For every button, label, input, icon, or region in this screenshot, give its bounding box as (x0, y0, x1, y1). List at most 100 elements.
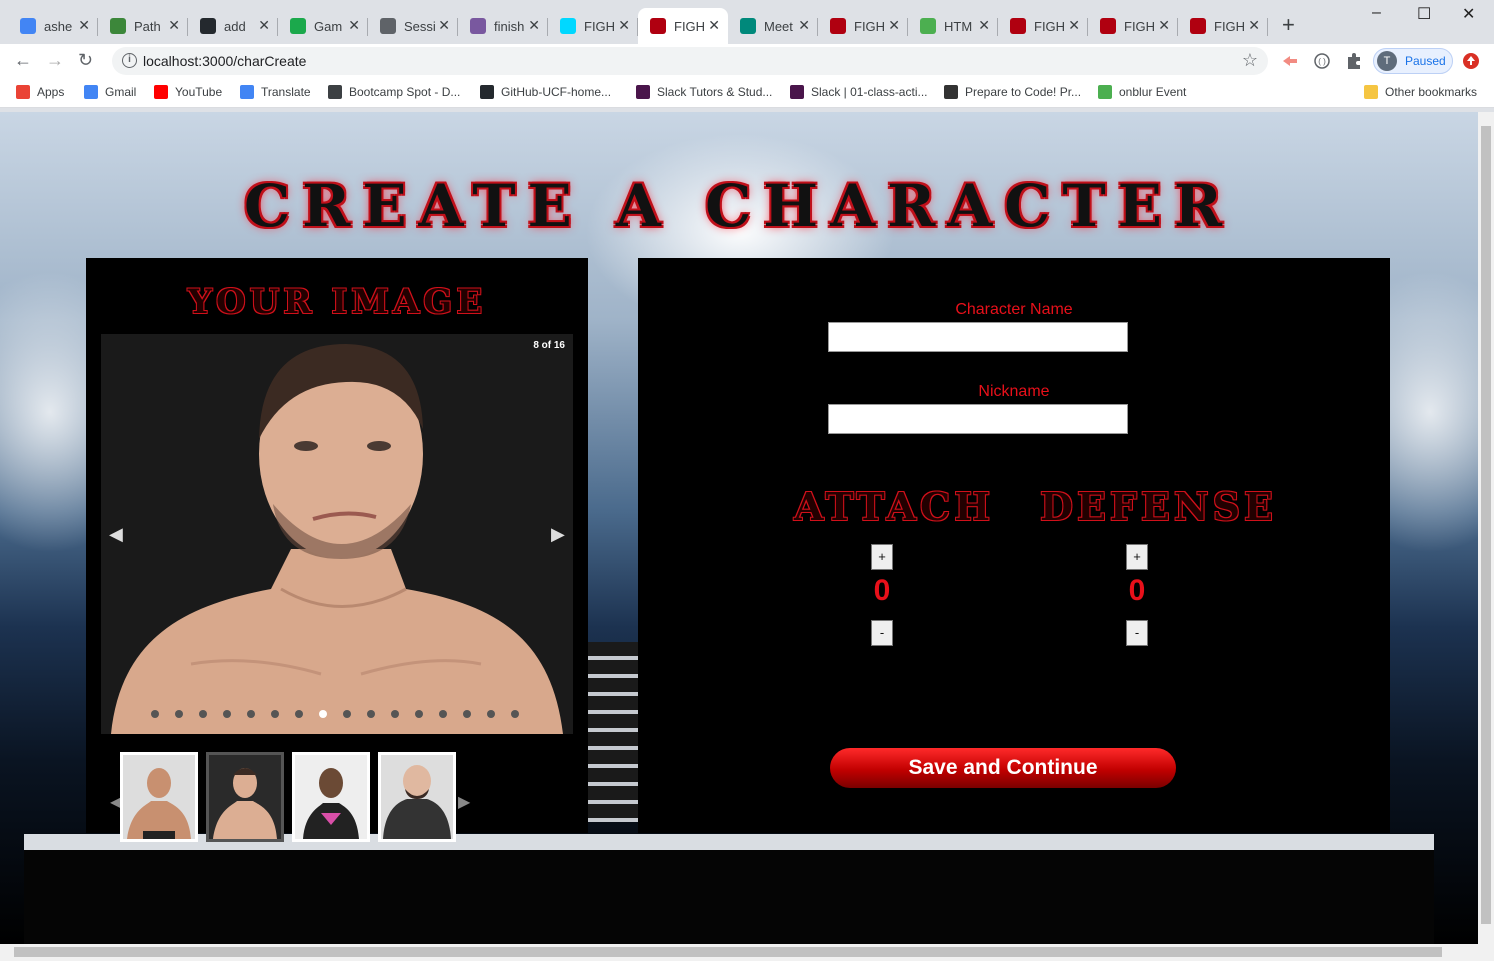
attack-plus-button[interactable]: + (871, 544, 893, 570)
close-tab-icon[interactable]: ✕ (978, 17, 990, 34)
bookmark-label: Slack | 01-class-acti... (811, 85, 928, 99)
slide-dots (151, 710, 535, 718)
defense-minus-button[interactable]: - (1126, 620, 1148, 646)
profile-button[interactable]: T Paused (1373, 48, 1453, 74)
close-tab-icon[interactable]: ✕ (1158, 17, 1170, 34)
folder-icon (1364, 85, 1378, 99)
close-tab-icon[interactable]: ✕ (888, 17, 900, 34)
close-tab-icon[interactable]: ✕ (528, 17, 540, 34)
browser-tab[interactable]: FIGH ✕ (998, 8, 1088, 44)
close-tab-icon[interactable]: ✕ (618, 17, 630, 34)
thumbnail[interactable] (292, 752, 370, 842)
next-slide-icon[interactable]: ▶ (551, 524, 565, 545)
browser-tab[interactable]: HTM ✕ (908, 8, 998, 44)
site-info-icon[interactable]: i (122, 53, 137, 68)
slack-icon (636, 85, 650, 99)
attack-minus-button[interactable]: - (871, 620, 893, 646)
minimize-icon[interactable]: – (1372, 4, 1381, 22)
close-tab-icon[interactable]: ✕ (708, 17, 720, 34)
thumbnail-image (123, 755, 195, 839)
close-tab-icon[interactable]: ✕ (348, 17, 360, 34)
slide-dot[interactable] (271, 710, 279, 718)
browser-tab[interactable]: Meet ✕ (728, 8, 818, 44)
cast-extension-icon[interactable] (1281, 52, 1299, 70)
slide-dot[interactable] (343, 710, 351, 718)
forward-icon[interactable]: → (46, 50, 64, 71)
slide-dot[interactable] (391, 710, 399, 718)
fight-icon (650, 18, 666, 34)
bookmark-item[interactable]: Translate (240, 85, 311, 99)
close-tab-icon[interactable]: ✕ (168, 17, 180, 34)
browser-tab[interactable]: FIGH ✕ (818, 8, 908, 44)
new-tab-button[interactable]: + (1282, 12, 1295, 38)
other-bookmarks[interactable]: Other bookmarks (1364, 85, 1477, 99)
maximize-icon[interactable]: ☐ (1417, 4, 1431, 24)
update-icon[interactable] (1462, 52, 1480, 70)
thumbnail[interactable] (378, 752, 456, 842)
slide-dot[interactable] (463, 710, 471, 718)
address-bar[interactable]: i localhost:3000/charCreate ☆ (112, 47, 1268, 75)
slide-dot[interactable] (199, 710, 207, 718)
slide-dot[interactable] (415, 710, 423, 718)
close-window-icon[interactable]: ✕ (1462, 4, 1475, 24)
vertical-scroll-thumb[interactable] (1481, 126, 1491, 924)
close-tab-icon[interactable]: ✕ (438, 17, 450, 34)
thumbnail[interactable] (120, 752, 198, 842)
extensions-puzzle-icon[interactable] (1345, 52, 1363, 70)
slide-dot[interactable] (511, 710, 519, 718)
close-tab-icon[interactable]: ✕ (78, 17, 90, 34)
browser-tab[interactable]: Sessi ✕ (368, 8, 458, 44)
bookmark-item[interactable]: YouTube (154, 85, 222, 99)
browser-tab[interactable]: FIGH ✕ (548, 8, 638, 44)
close-tab-icon[interactable]: ✕ (1248, 17, 1260, 34)
prev-slide-icon[interactable]: ◀ (109, 524, 123, 545)
character-name-input[interactable] (828, 322, 1128, 352)
vertical-scrollbar[interactable] (1478, 112, 1494, 944)
defense-plus-button[interactable]: + (1126, 544, 1148, 570)
close-tab-icon[interactable]: ✕ (798, 17, 810, 34)
reload-icon[interactable]: ↻ (78, 50, 93, 71)
browser-tab[interactable]: FIGH ✕ (638, 8, 728, 44)
fight-icon (1010, 18, 1026, 34)
browser-tab[interactable]: add ✕ (188, 8, 278, 44)
slide-dot[interactable] (487, 710, 495, 718)
horizontal-scroll-thumb[interactable] (14, 947, 1442, 957)
browser-tab[interactable]: FIGH ✕ (1178, 8, 1268, 44)
bookmark-label: Translate (261, 85, 311, 99)
slide-dot[interactable] (295, 710, 303, 718)
bookmark-item[interactable]: GitHub-UCF-home... (480, 85, 611, 99)
horizontal-scrollbar[interactable] (0, 944, 1494, 961)
bookmark-item[interactable]: Slack | 01-class-acti... (790, 85, 927, 99)
bookmark-star-icon[interactable]: ☆ (1242, 50, 1258, 71)
extension-circle-icon[interactable]: ( ) (1313, 52, 1331, 70)
close-tab-icon[interactable]: ✕ (258, 17, 270, 34)
slide-dot[interactable] (247, 710, 255, 718)
slide-dot[interactable] (319, 710, 327, 718)
nickname-input[interactable] (828, 404, 1128, 434)
slide-dot[interactable] (439, 710, 447, 718)
slide-dot[interactable] (367, 710, 375, 718)
bookmark-item[interactable]: Prepare to Code! Pr... (944, 85, 1081, 99)
back-icon[interactable]: ← (14, 50, 32, 71)
slide-dot[interactable] (223, 710, 231, 718)
bookmark-item[interactable]: Slack Tutors & Stud... (636, 85, 772, 99)
bookmark-item[interactable]: Bootcamp Spot - D... (328, 85, 460, 99)
globe-icon (380, 18, 396, 34)
slide-dot[interactable] (175, 710, 183, 718)
bookmark-item[interactable]: onblur Event (1098, 85, 1186, 99)
close-tab-icon[interactable]: ✕ (1068, 17, 1080, 34)
url-text[interactable]: localhost:3000/charCreate (143, 53, 306, 69)
save-continue-button[interactable]: Save and Continue (830, 748, 1176, 788)
thumbs-next-icon[interactable]: ▶ (458, 792, 470, 812)
slack-icon (790, 85, 804, 99)
browser-tab[interactable]: Gam ✕ (278, 8, 368, 44)
bookmark-item[interactable]: Apps (16, 85, 64, 99)
browser-tab[interactable]: finish ✕ (458, 8, 548, 44)
browser-tab[interactable]: FIGH ✕ (1088, 8, 1178, 44)
bookmark-item[interactable]: Gmail (84, 85, 136, 99)
image-carousel[interactable]: 8 of 16 ◀ ▶ (101, 334, 573, 734)
browser-tab[interactable]: Path ✕ (98, 8, 188, 44)
browser-tab[interactable]: ashe ✕ (8, 8, 98, 44)
slide-dot[interactable] (151, 710, 159, 718)
thumbnail-selected[interactable] (206, 752, 284, 842)
